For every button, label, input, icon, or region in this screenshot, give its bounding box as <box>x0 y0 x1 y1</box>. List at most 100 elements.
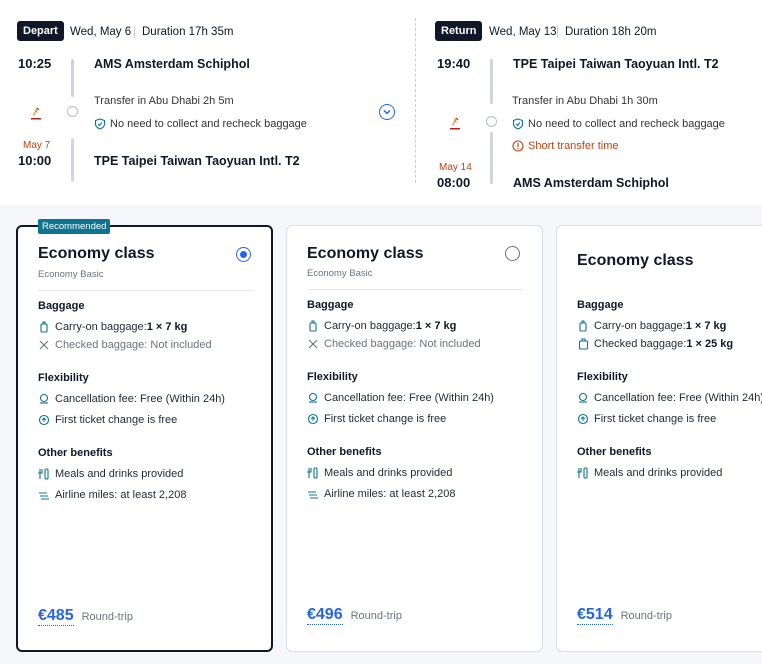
carry-on-value: 1 × 7 kg <box>415 320 457 332</box>
card-subtitle: Economy Basic <box>307 268 373 279</box>
arrival-time: 10:00 <box>18 153 52 168</box>
cancellation-text: Cancellation fee: Free (Within 24h) <box>594 392 762 404</box>
price-amount[interactable]: €514 <box>577 606 613 625</box>
separator <box>557 26 558 38</box>
change-icon <box>307 413 319 425</box>
fare-radio-selected[interactable] <box>236 247 251 262</box>
airline-logo-icon <box>27 104 45 122</box>
miles-row: Airline miles: at least 2,208 <box>307 488 455 500</box>
carry-on-bag-icon <box>577 320 589 332</box>
change-icon <box>577 413 589 425</box>
transfer-dot <box>67 106 78 117</box>
return-arrival-date: May 14 <box>439 162 472 173</box>
fare-radio[interactable] <box>505 246 520 261</box>
return-pill: Return <box>435 21 483 41</box>
carry-on-bag-icon <box>38 321 50 333</box>
timeline-line <box>490 132 493 184</box>
meals-text: Meals and drinks provided <box>594 467 723 479</box>
baggage-heading: Baggage <box>577 299 624 311</box>
meals-text: Meals and drinks provided <box>324 467 453 479</box>
miles-text: Airline miles: at least 2,208 <box>324 488 456 500</box>
card-title: Economy class <box>577 252 694 269</box>
depart-time: 10:25 <box>18 56 52 71</box>
carry-on-label: Carry-on baggage: <box>594 320 686 332</box>
timeline-line <box>71 59 74 97</box>
carry-on-bag-icon <box>307 320 319 332</box>
cancellation-row: Cancellation fee: Free (Within 24h) <box>577 392 762 404</box>
arrival-airport: TPE Taipei Taiwan Taoyuan Intl. T2 <box>94 154 300 168</box>
other-benefits-heading: Other benefits <box>577 446 652 458</box>
checked-bag-row: Checked baggage: Not included <box>307 338 481 350</box>
refund-icon <box>577 392 589 404</box>
fare-card-economy-basic-2[interactable]: Economy class Economy Basic Baggage Carr… <box>286 225 543 652</box>
price-block: €496 Round-trip <box>307 606 402 625</box>
return-depart-airport: TPE Taipei Taiwan Taoyuan Intl. T2 <box>513 57 719 71</box>
cancellation-row: Cancellation fee: Free (Within 24h) <box>38 393 225 405</box>
depart-pill: Depart <box>17 21 64 41</box>
separator <box>134 26 135 38</box>
flight-summary: Depart Wed, May 6 Duration 17h 35m 10:25… <box>0 0 762 205</box>
price-label: Round-trip <box>620 610 672 622</box>
change-text: First ticket change is free <box>55 414 178 426</box>
price-label: Round-trip <box>81 611 133 623</box>
arrival-date: May 7 <box>23 140 51 151</box>
price-label: Round-trip <box>350 610 402 622</box>
airline-logo-icon <box>446 114 464 132</box>
checked-bag-label: Checked baggage: Not included <box>324 338 481 350</box>
card-subtitle: Economy Basic <box>38 269 104 280</box>
recommended-badge: Recommended <box>38 219 111 234</box>
timeline-line <box>490 59 493 104</box>
carry-on-label: Carry-on baggage: <box>324 320 416 332</box>
meals-row: Meals and drinks provided <box>38 468 183 480</box>
checked-bag-value: 1 × 25 kg <box>686 338 734 350</box>
baggage-heading: Baggage <box>38 300 85 312</box>
chevron-down-icon <box>383 110 391 115</box>
flexibility-heading: Flexibility <box>307 371 358 383</box>
depart-duration: Duration 17h 35m <box>142 26 234 38</box>
checked-bag-label: Checked baggage: <box>594 338 687 350</box>
carry-on-label: Carry-on baggage: <box>55 321 147 333</box>
refund-icon <box>38 393 50 405</box>
miles-text: Airline miles: at least 2,208 <box>55 489 187 501</box>
meal-icon <box>38 468 50 480</box>
checked-bag-row: Checked baggage: 1 × 25 kg <box>577 338 733 350</box>
fare-card-economy-3[interactable]: Economy class Baggage Carry-on baggage: … <box>556 225 762 652</box>
return-duration: Duration 18h 20m <box>565 26 657 38</box>
return-date: Wed, May 13 <box>489 26 557 38</box>
baggage-note-text: No need to collect and recheck baggage <box>110 118 307 130</box>
fare-card-economy-basic-1[interactable]: Recommended Economy class Economy Basic … <box>16 219 273 652</box>
return-arrival-time: 08:00 <box>437 175 471 190</box>
change-row: First ticket change is free <box>38 414 177 426</box>
flexibility-heading: Flexibility <box>577 371 628 383</box>
meals-row: Meals and drinks provided <box>577 467 722 479</box>
meal-icon <box>577 467 589 479</box>
miles-icon <box>38 489 50 501</box>
change-text: First ticket change is free <box>324 413 447 425</box>
expand-details-button[interactable] <box>379 104 395 120</box>
card-title: Economy class <box>307 245 424 262</box>
depart-date: Wed, May 6 <box>70 26 132 38</box>
carry-on-row: Carry-on baggage: 1 × 7 kg <box>307 320 456 332</box>
depart-airport: AMS Amsterdam Schiphol <box>94 57 250 71</box>
carry-on-value: 1 × 7 kg <box>146 321 188 333</box>
meals-text: Meals and drinks provided <box>55 468 184 480</box>
cancellation-text: Cancellation fee: Free (Within 24h) <box>324 392 494 404</box>
checked-bag-row: Checked baggage: Not included <box>38 339 212 351</box>
miles-row: Airline miles: at least 2,208 <box>38 489 186 501</box>
price-amount[interactable]: €496 <box>307 606 343 625</box>
cancellation-text: Cancellation fee: Free (Within 24h) <box>55 393 225 405</box>
shield-icon <box>94 118 106 130</box>
info-icon <box>512 140 524 152</box>
card-title: Economy class <box>38 245 155 262</box>
return-depart-time: 19:40 <box>437 56 471 71</box>
meals-row: Meals and drinks provided <box>307 467 452 479</box>
meal-icon <box>307 467 319 479</box>
carry-on-value: 1 × 7 kg <box>685 320 727 332</box>
miles-icon <box>307 488 319 500</box>
price-amount[interactable]: €485 <box>38 607 74 626</box>
price-block: €514 Round-trip <box>577 606 672 625</box>
checked-bag-icon <box>577 338 589 350</box>
checked-bag-label: Checked baggage: Not included <box>55 339 212 351</box>
other-benefits-heading: Other benefits <box>307 446 382 458</box>
divider <box>38 290 254 291</box>
